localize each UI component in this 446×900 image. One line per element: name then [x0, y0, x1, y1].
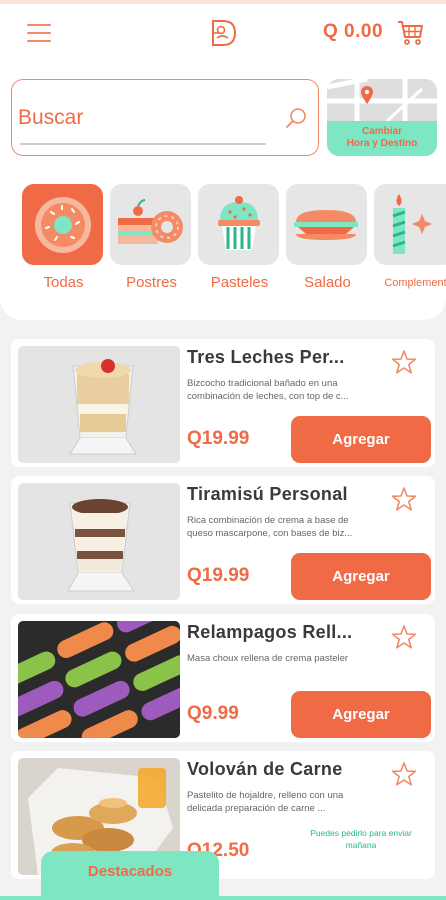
product-image-tiramisu[interactable] [18, 483, 180, 600]
favorite-star-icon[interactable] [391, 761, 417, 787]
cupcake-icon [218, 196, 260, 250]
sandwich-icon [294, 210, 358, 240]
change-time-destination-label: Cambiar Hora y Destino [327, 121, 437, 156]
add-to-cart-button[interactable]: Agregar [291, 553, 431, 600]
product-description: Bizcocho tradicional bañado en una combi… [187, 378, 349, 402]
map-pin-icon [361, 86, 373, 104]
category-postres[interactable]: Postres [110, 184, 193, 291]
category-pasteles[interactable]: Pasteles [198, 184, 281, 291]
category-label: Complement [384, 277, 446, 289]
tab-destacados[interactable]: Destacados [41, 851, 219, 900]
category-complementos[interactable]: Complement [374, 184, 446, 289]
search-underline [20, 143, 266, 145]
candle-icon [392, 194, 432, 254]
product-price: Q9.99 [187, 703, 239, 724]
product-image-tres-leches[interactable] [18, 346, 180, 463]
change-time-destination-button[interactable]: Cambiar Hora y Destino [327, 79, 437, 156]
favorite-star-icon[interactable] [391, 349, 417, 375]
shopping-cart-icon[interactable] [396, 18, 424, 46]
product-description: Rica combinación de crema a base de ques… [187, 515, 353, 539]
status-strip [0, 0, 446, 4]
category-salado[interactable]: Salado [286, 184, 369, 291]
search-input[interactable] [18, 102, 258, 134]
category-label: Todas [43, 274, 84, 291]
delivery-note: Puedes pedirlo para enviar mañana [310, 828, 412, 850]
product-description: Pastelito de hojaldre, relleno con una d… [187, 790, 344, 814]
map-preview [327, 79, 437, 121]
favorite-star-icon[interactable] [391, 486, 417, 512]
category-label: Postres [126, 274, 177, 291]
product-card[interactable]: Relampagos Rell... Masa choux rellena de… [11, 614, 435, 742]
product-name[interactable]: Volován de Carne [187, 759, 375, 780]
category-todas[interactable]: Todas [22, 184, 105, 291]
favorite-star-icon[interactable] [391, 624, 417, 650]
product-price: Q19.99 [187, 565, 250, 586]
search-box[interactable] [11, 79, 319, 156]
product-card[interactable]: Tres Leches Per... Bizcocho tradicional … [11, 339, 435, 467]
search-icon[interactable] [284, 106, 308, 130]
category-label: Pasteles [210, 274, 269, 291]
hamburger-icon[interactable] [27, 22, 51, 44]
product-image-relampagos[interactable] [18, 621, 180, 738]
donut-icon [35, 197, 91, 253]
product-name[interactable]: Relampagos Rell... [187, 622, 375, 643]
product-description: Masa choux rellena de crema pasteler [187, 653, 349, 664]
cake-slice-icon [118, 199, 183, 244]
product-name[interactable]: Tiramisú Personal [187, 484, 375, 505]
add-to-cart-button[interactable]: Agregar [291, 416, 431, 463]
product-price: Q19.99 [187, 428, 250, 449]
cart-total[interactable]: Q 0.00 [323, 21, 383, 43]
add-to-cart-button[interactable]: Agregar [291, 691, 431, 738]
bottom-strip [0, 896, 446, 900]
brand-logo-icon[interactable] [210, 18, 238, 48]
product-card[interactable]: Tiramisú Personal Rica combinación de cr… [11, 476, 435, 604]
category-label: Salado [304, 274, 351, 291]
product-name[interactable]: Tres Leches Per... [187, 347, 375, 368]
